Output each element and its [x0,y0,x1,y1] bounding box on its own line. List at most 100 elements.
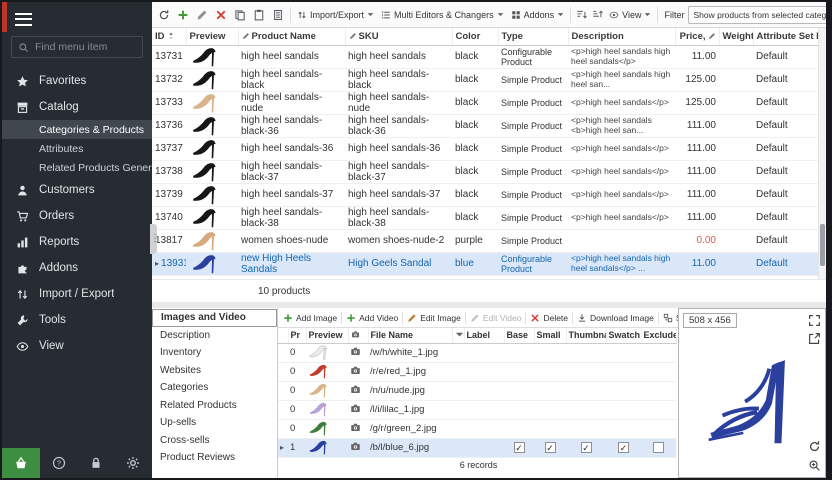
add-video-button[interactable]: Add Video [343,309,401,327]
tab-product-reviews[interactable]: Product Reviews [152,449,277,467]
hamburger-menu-button[interactable] [15,13,32,26]
copy-button[interactable] [231,6,249,24]
tab-images-and-video[interactable]: Images and Video [152,309,277,327]
product-row[interactable]: 13736high heel sandals-black-36high heel… [152,114,818,137]
column-header-product-name[interactable]: Product Name [238,28,345,45]
add-image-button[interactable]: Add Image [280,309,340,327]
product-row[interactable]: 13738high heel sandals-black-37high heel… [152,160,818,183]
tab-inventory[interactable]: Inventory [152,344,277,362]
lock-button[interactable] [77,448,114,478]
sidebar-search-input[interactable]: Find menu item [11,36,143,58]
product-row[interactable]: 13732high heel sandals-blackhigh heel sa… [152,68,818,91]
media-column-position[interactable]: Pr [288,328,306,343]
import-export-menu[interactable]: Import/Export [294,5,377,25]
column-header-sku[interactable]: SKU [345,28,452,45]
product-id: 13737 [155,143,183,154]
media-row[interactable]: 0/w/h/white_1.jpg [278,343,676,362]
column-header-attribute-set-name[interactable]: Attribute Set Name [753,28,818,45]
column-header-id[interactable]: ID [152,28,186,45]
sidebar-item-view[interactable]: View [2,333,152,359]
tab-description[interactable]: Description [152,327,277,345]
media-column-label[interactable]: Label [464,328,504,343]
tab-related-products[interactable]: Related Products [152,397,277,415]
column-header-weight[interactable]: Weight [719,28,753,45]
media-column-file-name[interactable]: File Name [368,328,452,343]
media-column-thumbnail[interactable]: Thumbna [566,328,606,343]
column-header-type[interactable]: Type [498,28,568,45]
addons-menu[interactable]: Addons [508,5,568,25]
sort-desc-button[interactable] [590,6,605,24]
product-row[interactable]: 13739high heel sandals-37high heel sanda… [152,183,818,206]
rotate-icon[interactable] [807,439,821,453]
media-column-base[interactable]: Base [504,328,534,343]
media-row[interactable]: 0/n/u/nude.jpg [278,381,676,400]
row-expander-icon[interactable]: ▸ [280,443,284,452]
zoom-icon[interactable] [807,458,821,472]
product-row[interactable]: 13731high heel sandalshigh heel sandalsb… [152,45,818,68]
column-header-price[interactable]: Price, [675,28,719,45]
delete-media-button[interactable]: Delete [527,309,571,327]
sidebar-item-tools[interactable]: Tools [2,307,152,333]
settings-button[interactable] [115,448,152,478]
media-column-small[interactable]: Small [534,328,566,343]
tab-up-sells[interactable]: Up-sells [152,414,277,432]
tab-cross-sells[interactable]: Cross-sells [152,432,277,450]
column-header-description[interactable]: Description [568,28,675,45]
help-button[interactable]: ? [40,448,77,478]
view-menu[interactable]: View [606,5,654,25]
sidebar-item-categories-products[interactable]: Categories & Products [2,120,152,139]
sidebar-item-customers[interactable]: Customers [2,177,152,203]
media-column-filter[interactable] [452,328,464,343]
base-checkbox[interactable]: ✓ [514,442,525,453]
refresh-button[interactable] [155,6,173,24]
open-external-icon[interactable] [807,331,821,345]
sidebar-item-reports[interactable]: Reports [2,229,152,255]
set-resize-rule-button[interactable]: Set Resize Rule [660,309,679,327]
product-row[interactable]: 13737high heel sandals-36high heel sanda… [152,137,818,160]
delete-product-button[interactable] [212,6,230,24]
vertical-scrollbar[interactable] [818,28,826,279]
sidebar-item-related-products-generator[interactable]: Related Products Generator [2,158,152,177]
media-column-camera[interactable] [348,328,368,343]
multi-editors-menu[interactable]: Multi Editors & Changers [378,5,507,25]
scrollbar-thumb[interactable] [820,224,825,266]
sidebar-item-favorites[interactable]: Favorites [2,68,152,94]
product-row[interactable]: 13733high heel sandals-nudehigh heel san… [152,91,818,114]
fullscreen-icon[interactable] [807,313,821,327]
category-filter-select[interactable]: Show products from selected categories [688,6,826,24]
media-row[interactable]: 0/g/r/green_2.jpg [278,419,676,438]
media-column-swatch[interactable]: Swatch [606,328,641,343]
media-row[interactable]: ▸1/b/l/blue_6.jpg✓✓✓✓ [278,438,676,457]
edit-image-button[interactable]: Edit Image [404,309,464,327]
swatch-checkbox[interactable]: ✓ [618,442,629,453]
media-row[interactable]: 0/r/e/red_1.jpg [278,362,676,381]
sidebar-item-attributes[interactable]: Attributes [2,139,152,158]
row-expander-icon[interactable]: ▸ [155,259,159,268]
sort-asc-button[interactable] [574,6,589,24]
column-header-color[interactable]: Color [452,28,498,45]
panel-splitter[interactable]: ⋮ [150,224,157,254]
store-button[interactable] [2,448,40,478]
sidebar-item-orders[interactable]: Orders [2,203,152,229]
media-column-preview[interactable]: Preview [306,328,348,343]
product-row[interactable]: 13817women shoes-nudewomen shoes-nude-2p… [152,229,818,252]
column-header-preview[interactable]: Preview [186,28,238,45]
download-image-button[interactable]: Download Image [574,309,657,327]
media-column-exclude[interactable]: Exclude [641,328,676,343]
thumbnail-checkbox[interactable]: ✓ [581,442,592,453]
sidebar-item-catalog[interactable]: Catalog [2,94,152,120]
media-row[interactable]: 0/l/i/lilac_1.jpg [278,400,676,419]
sidebar-item-addons[interactable]: Addons [2,255,152,281]
edit-video-button[interactable]: Edit Video [467,309,525,327]
exclude-checkbox[interactable] [653,442,664,453]
paste-button[interactable] [250,6,268,24]
product-row[interactable]: ▸13931new High Heels SandalsHigh Geels S… [152,252,818,275]
add-product-button[interactable] [174,6,192,24]
small-checkbox[interactable]: ✓ [545,442,556,453]
tab-categories[interactable]: Categories [152,379,277,397]
product-row[interactable]: 13740high heel sandals-black-38high heel… [152,206,818,229]
sidebar-item-import-export[interactable]: Import / Export [2,281,152,307]
columns-button[interactable] [269,6,287,24]
tab-websites[interactable]: Websites [152,362,277,380]
edit-product-button[interactable] [193,6,211,24]
